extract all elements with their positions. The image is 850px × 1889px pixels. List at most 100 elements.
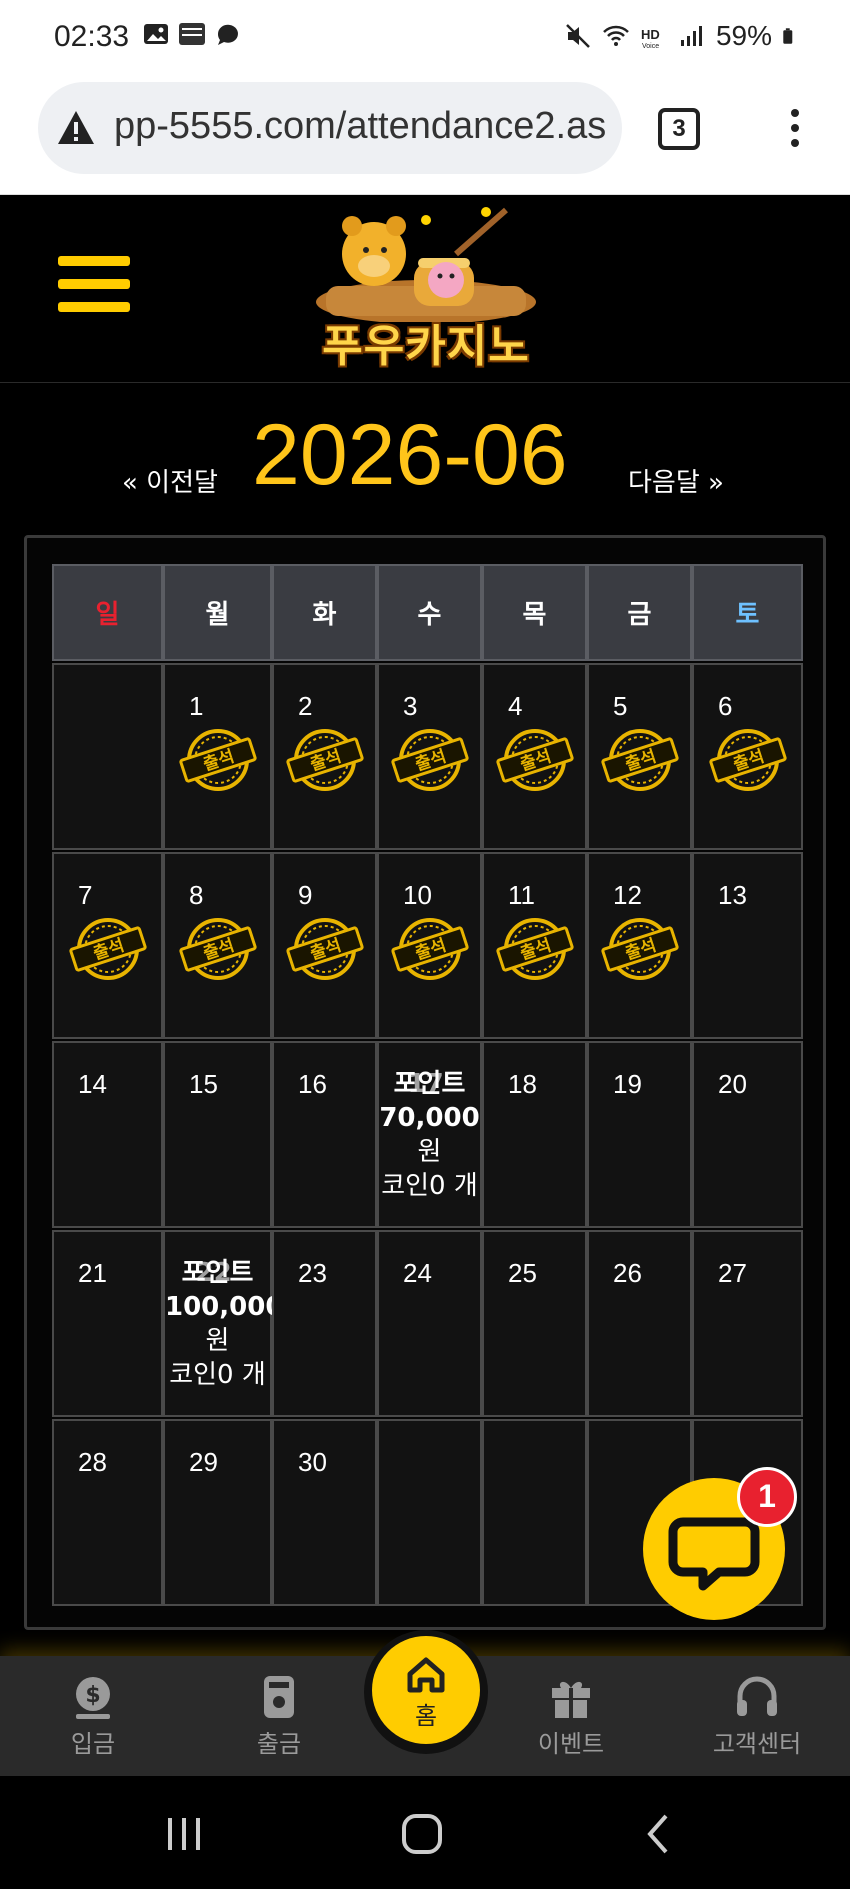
calendar-day-cell: 2 출석 (272, 663, 377, 850)
calendar-day-cell: 18 (482, 1041, 587, 1228)
day-number: 27 (718, 1258, 747, 1288)
day-number: 1 (189, 691, 204, 721)
calendar-day-cell (377, 1419, 482, 1606)
gift-icon (552, 1681, 590, 1718)
calendar-day-cell: 7 출석 (52, 852, 163, 1039)
calendar-day-cell: 23 (272, 1230, 377, 1417)
day-number: 20 (718, 1069, 747, 1099)
day-number: 24 (403, 1258, 432, 1288)
status-time: 02:33 (54, 20, 130, 53)
day-number: 10 (403, 880, 432, 910)
reward-info: 17 포인트 70,000 원 코인0 개 (379, 1067, 480, 1203)
weekday-header: 일 (52, 564, 163, 661)
nav-customer-center[interactable]: 고객센터 (682, 1666, 832, 1766)
day-number: 11 (508, 880, 535, 910)
wifi-icon (603, 25, 629, 46)
attendance-stamp-icon: 출석 (495, 916, 575, 982)
calendar-day-cell: 5 출석 (587, 663, 692, 850)
day-number: 22 (195, 1258, 232, 1288)
calendar-day-cell: 28 (52, 1419, 163, 1606)
logo-text: 푸우카지노 (322, 321, 530, 372)
day-number: 7 (78, 880, 93, 910)
site-logo[interactable]: 푸우카지노 (296, 202, 556, 372)
nav-deposit-label: 입금 (70, 1730, 116, 1758)
day-number: 18 (508, 1069, 537, 1099)
address-bar[interactable]: pp-5555.com/attendance2.as (38, 82, 622, 174)
prev-month-link[interactable]: « 이전달 (122, 462, 218, 499)
calendar-day-cell: 19 (587, 1041, 692, 1228)
app-notification-icon (179, 23, 205, 45)
day-number: 19 (613, 1069, 642, 1099)
calendar-day-cell: 25 (482, 1230, 587, 1417)
reward-info: 22 포인트 100,000 원 코인0 개 (165, 1256, 284, 1392)
calendar-day-cell: 16 (272, 1041, 377, 1228)
nav-home[interactable]: 홈 (372, 1636, 480, 1744)
calendar-day-cell: 15 (163, 1041, 272, 1228)
tab-switcher-button[interactable]: 3 (658, 108, 700, 150)
calendar-day-cell: 24 (377, 1230, 482, 1417)
day-number: 14 (78, 1069, 107, 1099)
page: 02:33 HD Voice 59% pp-5555.com/attendance… (0, 0, 850, 1889)
more-options-icon[interactable] (780, 106, 810, 154)
attendance-stamp-icon: 출석 (285, 727, 365, 793)
calendar-day-cell (482, 1419, 587, 1606)
url-text[interactable]: pp-5555.com/attendance2.as (114, 105, 606, 148)
day-number: 30 (298, 1447, 327, 1477)
calendar-day-cell: 20 (692, 1041, 803, 1228)
attendance-stamp-icon: 출석 (285, 916, 365, 982)
calendar-day-cell: 29 (163, 1419, 272, 1606)
calendar-day-cell: 14 (52, 1041, 163, 1228)
bear-mascot-icon (316, 207, 536, 322)
attendance-stamp-icon: 출석 (495, 727, 575, 793)
gallery-icon (144, 24, 168, 44)
calendar-day-cell: 8 출석 (163, 852, 272, 1039)
weekday-header: 금 (587, 564, 692, 661)
svg-text:Voice: Voice (642, 43, 659, 50)
system-back-icon[interactable] (630, 1806, 690, 1862)
dollar-coin-icon: $ (76, 1677, 110, 1719)
atm-icon (264, 1676, 294, 1718)
calendar-day-cell: 12 출석 (587, 852, 692, 1039)
next-month-link[interactable]: 다음달 » (628, 462, 724, 499)
nav-withdraw[interactable]: 출금 (204, 1666, 354, 1766)
nav-withdraw-label: 출금 (256, 1730, 302, 1758)
points-unit: 원 (205, 1326, 230, 1356)
system-home-icon[interactable] (392, 1806, 452, 1862)
points-unit: 원 (417, 1137, 442, 1167)
status-bar: 02:33 HD Voice 59% (0, 0, 850, 78)
weekday-header: 수 (377, 564, 482, 661)
not-secure-warning-icon[interactable] (56, 108, 96, 148)
nav-deposit[interactable]: $ 입금 (18, 1666, 168, 1766)
site-header: 푸우카지노 (0, 196, 850, 383)
attendance-calendar: 일 월 화 수 목 금 토 1 출석 2 출석 3 출석 4 출석 5 출석 6 출석 7 출석 8 출석 9 출석 10 출석 11… (24, 535, 826, 1630)
attendance-stamp-icon: 출석 (178, 916, 258, 982)
points-amount: 70,000 (379, 1103, 480, 1133)
hamburger-menu-icon[interactable] (58, 256, 130, 316)
points-amount: 100,000 (165, 1292, 284, 1322)
home-icon (407, 1657, 445, 1693)
nav-event[interactable]: 이벤트 (496, 1666, 646, 1766)
attendance-stamp-icon: 출석 (68, 916, 148, 982)
day-number: 12 (613, 880, 642, 910)
calendar-day-cell: 30 (272, 1419, 377, 1606)
nav-customer-center-label: 고객센터 (712, 1730, 802, 1758)
calendar-day-cell: 22 포인트 100,000 원 코인0 개 (163, 1230, 284, 1417)
day-number: 28 (78, 1447, 107, 1477)
month-title: 2026-06 (252, 407, 568, 503)
battery-percent: 59% (715, 20, 772, 51)
day-number: 3 (403, 691, 418, 721)
hd-voice-icon: HDVoice (641, 27, 660, 50)
day-number: 17 (407, 1069, 444, 1099)
day-number: 21 (78, 1258, 107, 1288)
day-number: 15 (189, 1069, 218, 1099)
calendar-day-cell: 4 출석 (482, 663, 587, 850)
weekday-header: 목 (482, 564, 587, 661)
browser-toolbar: pp-5555.com/attendance2.as 3 (0, 78, 850, 195)
recent-apps-icon[interactable] (154, 1806, 214, 1862)
day-number: 8 (189, 880, 204, 910)
day-number: 25 (508, 1258, 537, 1288)
attendance-stamp-icon: 출석 (390, 916, 470, 982)
calendar-day-cell: 3 출석 (377, 663, 482, 850)
day-number: 13 (718, 880, 747, 910)
calendar-day-cell: 10 출석 (377, 852, 482, 1039)
